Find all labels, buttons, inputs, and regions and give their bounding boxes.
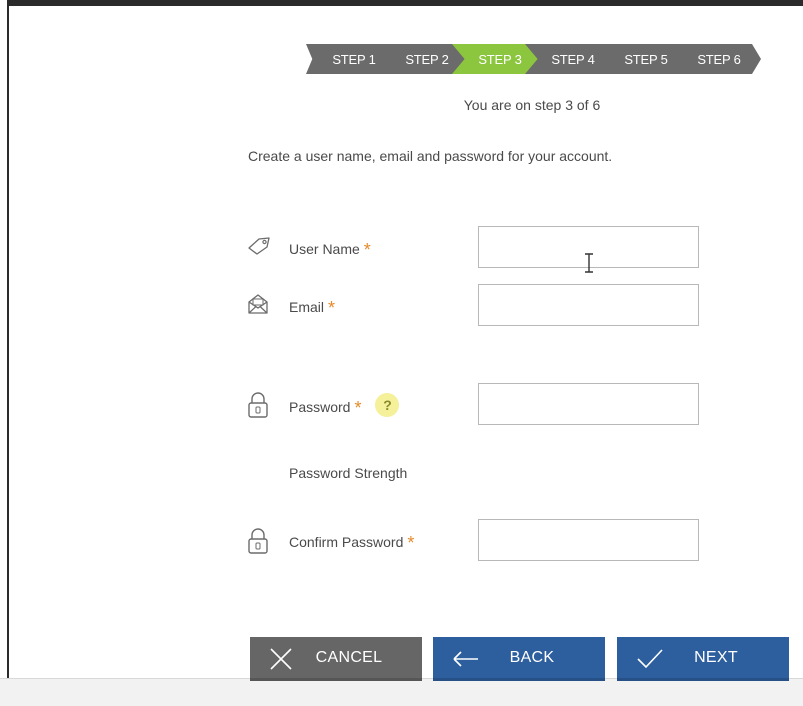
step-progress: STEP 1 STEP 2 STEP 3 STEP 4 STEP 5 STEP … bbox=[306, 44, 761, 74]
step-label: STEP 5 bbox=[624, 51, 668, 67]
step-label: STEP 4 bbox=[551, 51, 595, 67]
required-marker: * bbox=[407, 533, 415, 553]
step-2[interactable]: STEP 2 bbox=[379, 44, 469, 74]
required-marker: * bbox=[328, 298, 336, 318]
step-label: STEP 1 bbox=[332, 51, 376, 67]
envelope-icon bbox=[246, 292, 270, 316]
window-top-border bbox=[0, 0, 803, 6]
password-help-icon[interactable]: ? bbox=[375, 393, 400, 417]
password-strength-label: Password Strength bbox=[289, 465, 408, 481]
back-button-label: BACK bbox=[509, 648, 555, 666]
password-input[interactable] bbox=[478, 383, 699, 425]
next-button-label: NEXT bbox=[694, 648, 738, 666]
email-input[interactable] bbox=[478, 284, 699, 326]
step-status: You are on step 3 of 6 bbox=[463, 97, 601, 113]
password-row: Password *? bbox=[246, 383, 706, 427]
step-3[interactable]: STEP 3 bbox=[452, 44, 542, 74]
bottom-bar bbox=[0, 678, 803, 706]
cancel-button[interactable]: CANCEL bbox=[250, 637, 422, 681]
lock-icon bbox=[246, 391, 270, 418]
username-row: User Name * bbox=[246, 226, 706, 270]
lock-icon bbox=[246, 527, 270, 554]
cancel-button-label: CANCEL bbox=[315, 648, 383, 666]
email-row: Email * bbox=[246, 284, 706, 328]
email-label: Email * bbox=[289, 298, 336, 318]
confirm-password-label: Confirm Password * bbox=[289, 533, 415, 553]
window-left-border bbox=[0, 0, 9, 706]
text-cursor-icon bbox=[582, 252, 596, 274]
step-label: STEP 3 bbox=[478, 51, 522, 67]
required-marker: * bbox=[363, 240, 371, 260]
username-label: User Name * bbox=[289, 240, 371, 260]
step-label: STEP 6 bbox=[697, 51, 741, 67]
password-label: Password *? bbox=[289, 393, 400, 419]
step-4[interactable]: STEP 4 bbox=[525, 44, 615, 74]
step-5[interactable]: STEP 5 bbox=[598, 44, 688, 74]
form-intro: Create a user name, email and password f… bbox=[248, 148, 613, 164]
required-marker: * bbox=[354, 398, 362, 418]
tag-icon bbox=[246, 234, 270, 258]
confirm-password-input[interactable] bbox=[478, 519, 699, 561]
next-button[interactable]: NEXT bbox=[617, 637, 789, 681]
back-button[interactable]: BACK bbox=[433, 637, 605, 681]
step-label: STEP 2 bbox=[405, 51, 449, 67]
step-6[interactable]: STEP 6 bbox=[671, 44, 761, 74]
step-1[interactable]: STEP 1 bbox=[306, 44, 396, 74]
confirm-password-row: Confirm Password * bbox=[246, 519, 706, 563]
